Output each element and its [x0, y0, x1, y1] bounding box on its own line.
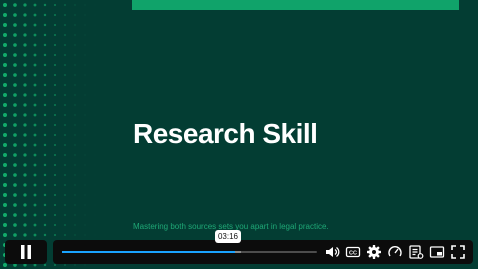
captions-icon: CC [345, 246, 361, 258]
volume-icon [326, 246, 340, 258]
fullscreen-icon [451, 245, 465, 259]
picture-in-picture-icon [429, 246, 445, 258]
captions-button[interactable]: CC [345, 244, 361, 260]
slide-title: Research Skill [133, 118, 318, 149]
pause-button[interactable] [5, 240, 47, 264]
video-frame: Research Skill Mastering both sources se… [0, 0, 478, 269]
svg-text:CC: CC [349, 250, 357, 256]
decorative-dot-pattern [3, 3, 106, 267]
pause-icon [21, 245, 31, 259]
transcript-icon [409, 245, 424, 259]
gear-icon [367, 245, 381, 259]
seek-time-tooltip: 03:16 [215, 230, 241, 243]
transcript-button[interactable] [408, 244, 424, 260]
playback-speed-button[interactable] [387, 244, 403, 260]
picture-in-picture-button[interactable] [429, 244, 445, 260]
settings-button[interactable] [366, 244, 382, 260]
volume-button[interactable] [324, 244, 340, 260]
slide-top-accent-bar [132, 0, 459, 10]
fullscreen-button[interactable] [450, 244, 466, 260]
seek-bar[interactable] [62, 251, 317, 253]
speed-icon [388, 246, 402, 257]
played-progress [62, 251, 236, 253]
